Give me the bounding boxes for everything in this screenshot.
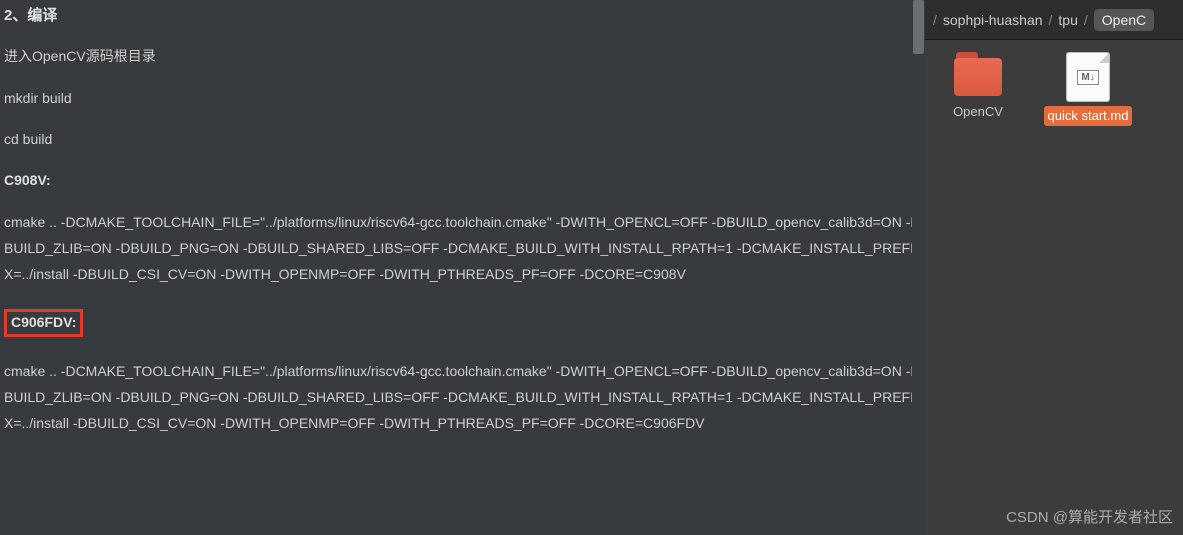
watermark: CSDN @算能开发者社区 <box>1006 506 1173 527</box>
markdown-file-icon: M↓ <box>1066 52 1110 102</box>
breadcrumb-separator: / <box>933 12 937 28</box>
file-browser-panel: / sophpi-huashan / tpu / OpenC OpenCV M↓… <box>925 0 1183 535</box>
paragraph: 进入OpenCV源码根目录 <box>4 47 921 67</box>
md-symbol: M↓ <box>1077 70 1098 85</box>
file-item[interactable]: M↓ quick start.md <box>1043 52 1133 126</box>
breadcrumb-separator: / <box>1049 12 1053 28</box>
breadcrumb-item[interactable]: tpu <box>1058 12 1077 28</box>
subsection-heading: C908V: <box>4 172 921 188</box>
breadcrumb-item[interactable]: sophpi-huashan <box>943 12 1043 28</box>
scrollbar-track[interactable] <box>912 0 925 535</box>
breadcrumb-separator: / <box>1084 12 1088 28</box>
breadcrumb: / sophpi-huashan / tpu / OpenC <box>925 0 1183 40</box>
document-panel: 2、编译 进入OpenCV源码根目录 mkdir build cd build … <box>0 0 925 535</box>
command-line: mkdir build <box>4 89 921 109</box>
breadcrumb-item-current[interactable]: OpenC <box>1094 9 1154 31</box>
file-label: quick start.md <box>1044 106 1133 126</box>
highlighted-heading: C906FDV: <box>4 309 83 337</box>
code-block: cmake .. -DCMAKE_TOOLCHAIN_FILE="../plat… <box>4 210 921 288</box>
scrollbar-thumb[interactable] <box>913 0 924 54</box>
folder-item[interactable]: OpenCV <box>933 52 1023 126</box>
code-block: cmake .. -DCMAKE_TOOLCHAIN_FILE="../plat… <box>4 359 921 437</box>
section-heading: 2、编译 <box>4 4 921 25</box>
file-grid: OpenCV M↓ quick start.md <box>925 40 1183 138</box>
command-line: cd build <box>4 130 921 150</box>
folder-icon <box>952 52 1004 96</box>
subsection-heading: C906FDV: <box>11 314 76 330</box>
folder-label: OpenCV <box>949 102 1007 122</box>
